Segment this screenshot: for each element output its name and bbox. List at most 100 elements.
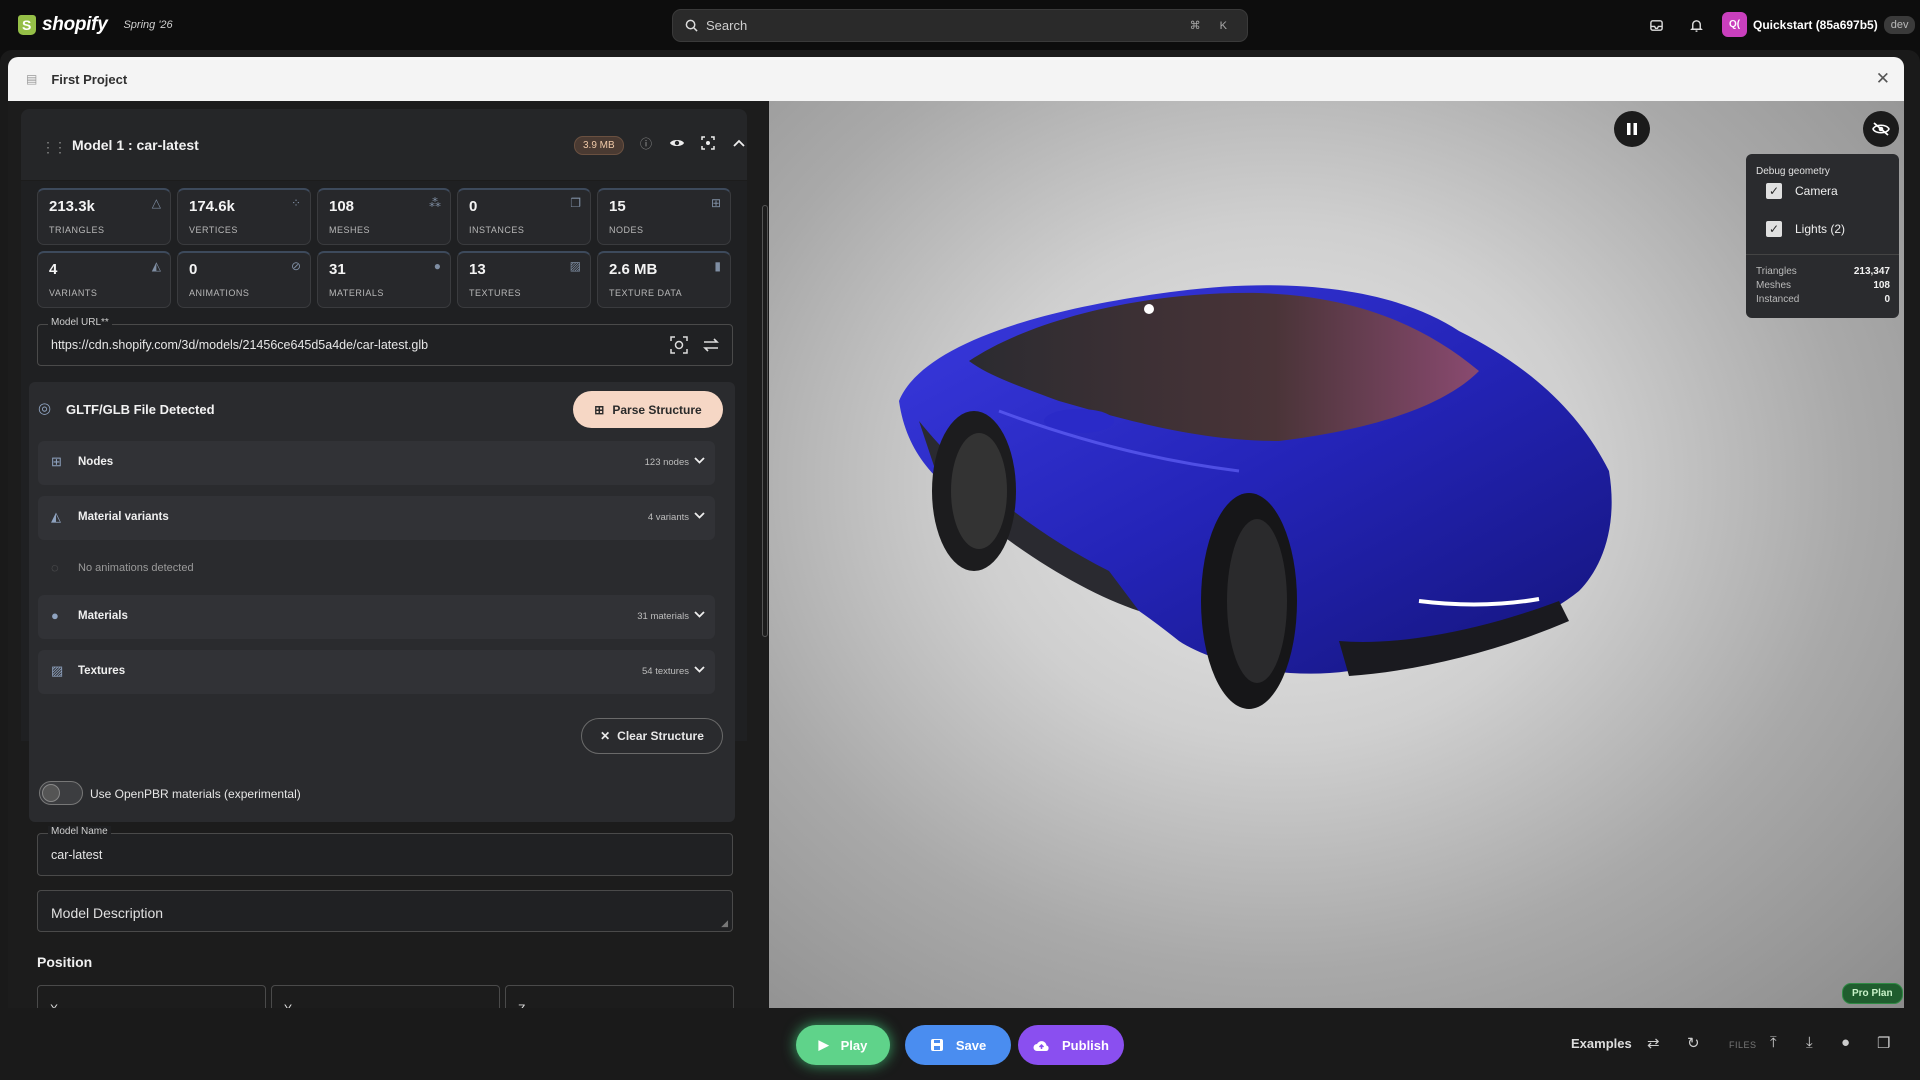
shopify-logo[interactable]: shopify Spring '26 xyxy=(18,14,173,36)
debug-title: Debug geometry xyxy=(1756,166,1830,177)
model-url-label: Model URL** xyxy=(48,317,112,328)
parse-structure-button[interactable]: ⊞ Parse Structure xyxy=(573,391,723,428)
materials-icon: ● xyxy=(51,608,59,623)
resize-handle-icon[interactable]: ◢ xyxy=(721,918,728,929)
car-model[interactable] xyxy=(879,271,1679,791)
stat-card-vertices: 174.6k VERTICES ⁘ xyxy=(177,188,311,245)
search-bar[interactable]: ⌘ K xyxy=(672,9,1248,42)
stat-label: VARIANTS xyxy=(49,288,98,298)
hide-debug-button[interactable] xyxy=(1863,111,1899,147)
clear-structure-button[interactable]: ✕ Clear Structure xyxy=(581,718,723,754)
position-z-field[interactable]: Z xyxy=(505,985,734,1008)
debug-geometry-panel: Debug geometry ✓ Camera ✓ Lights (2) Tri… xyxy=(1746,154,1899,318)
textures-icon: ▨ xyxy=(51,663,64,678)
inbox-icon[interactable] xyxy=(1646,15,1666,35)
texture-data-icon: ▮ xyxy=(714,259,721,273)
info-icon[interactable]: ⓘ xyxy=(636,133,656,153)
stat-label: NODES xyxy=(609,225,644,235)
focus-icon[interactable] xyxy=(698,133,718,153)
reset-icon[interactable]: ↻ xyxy=(1687,1034,1700,1052)
animations-label: No animations detected xyxy=(78,562,194,574)
meshes-icon: ⁂ xyxy=(429,196,441,210)
swap-icon[interactable] xyxy=(702,337,720,358)
debug-stat-value: 213,347 xyxy=(1853,266,1890,277)
tree-icon: ⊞ xyxy=(594,402,605,417)
chevron-down-icon[interactable] xyxy=(694,453,705,467)
variants-count: 4 variants xyxy=(647,512,689,523)
model-description-field[interactable]: Model Description ◢ xyxy=(37,890,733,932)
store-switcher[interactable]: Q( Quickstart (85a697b5) dev xyxy=(1722,12,1916,37)
close-icon[interactable]: ✕ xyxy=(1876,69,1890,89)
project-icon: ▤ xyxy=(26,72,38,86)
lights-checkbox[interactable]: ✓ xyxy=(1766,221,1782,237)
upload-icon[interactable]: ⤒ xyxy=(1770,1034,1777,1051)
variants-label: Material variants xyxy=(78,511,169,523)
gltf-section: ◎ GLTF/GLB File Detected ⊞ Parse Structu… xyxy=(29,382,735,822)
debug-instanced: Instanced 0 xyxy=(1756,294,1890,305)
animations-icon: ⊘ xyxy=(290,259,301,273)
chevron-down-icon[interactable] xyxy=(694,508,705,522)
camera-checkbox-row[interactable]: ✓ Camera xyxy=(1766,183,1838,199)
triangle-icon: △ xyxy=(151,196,161,210)
nodes-row[interactable]: ⊞ Nodes 123 nodes xyxy=(38,441,715,485)
search-input[interactable] xyxy=(706,18,1190,33)
size-badge: 3.9 MB xyxy=(574,136,624,155)
openpbr-toggle[interactable] xyxy=(39,781,83,805)
textures-row[interactable]: ▨ Textures 54 textures xyxy=(38,650,715,694)
play-label: Play xyxy=(840,1037,868,1053)
download-circle-icon[interactable]: ● xyxy=(1841,1034,1850,1051)
bottom-bar: ▶ Play Save Publish Examples ⇄ ↻ FILES ⤒… xyxy=(0,1008,1920,1080)
version-label: Spring '26 xyxy=(123,19,173,31)
model-url-field[interactable]: Model URL** https://cdn.shopify.com/3d/m… xyxy=(37,317,733,366)
panel-scrollbar[interactable] xyxy=(762,205,768,637)
bell-icon[interactable] xyxy=(1686,15,1706,35)
publish-button[interactable]: Publish xyxy=(1018,1025,1124,1065)
nodes-count: 123 nodes xyxy=(644,457,689,468)
materials-count: 31 materials xyxy=(637,611,689,622)
stat-value: 0 xyxy=(189,261,198,278)
debug-stat-value: 108 xyxy=(1873,280,1890,291)
scan-icon[interactable] xyxy=(670,336,688,359)
chevron-up-icon[interactable] xyxy=(729,133,749,153)
pause-button[interactable] xyxy=(1614,111,1650,147)
stat-label: TRIANGLES xyxy=(49,225,105,235)
material-variants-row[interactable]: ◭ Material variants 4 variants xyxy=(38,496,715,540)
instances-icon: ❐ xyxy=(570,196,581,210)
swap-icon[interactable]: ⇄ xyxy=(1647,1034,1660,1052)
cloud-upload-icon xyxy=(1033,1040,1049,1051)
parse-structure-label: Parse Structure xyxy=(612,402,702,417)
drag-handle-icon[interactable]: ⋮⋮ xyxy=(41,139,67,156)
debug-triangles: Triangles 213,347 xyxy=(1756,266,1890,277)
debug-stat-value: 0 xyxy=(1884,294,1890,305)
variants-icon: ◭ xyxy=(151,259,161,273)
stat-label: MESHES xyxy=(329,225,371,235)
eye-icon[interactable] xyxy=(667,133,687,153)
debug-stat-label: Meshes xyxy=(1756,280,1792,291)
copy-icon[interactable]: ❐ xyxy=(1877,1034,1890,1052)
save-label: Save xyxy=(955,1037,987,1053)
lights-checkbox-row[interactable]: ✓ Lights (2) xyxy=(1766,221,1845,237)
chevron-down-icon[interactable] xyxy=(694,607,705,621)
debug-stat-label: Instanced xyxy=(1756,294,1800,305)
camera-checkbox[interactable]: ✓ xyxy=(1766,183,1782,199)
camera-label: Camera xyxy=(1795,184,1838,198)
stat-card-instances: 0 INSTANCES ❐ xyxy=(457,188,591,245)
vertices-icon: ⁘ xyxy=(290,196,301,210)
examples-link[interactable]: Examples xyxy=(1571,1036,1632,1051)
position-fields: X Y Z xyxy=(8,982,768,1008)
pro-plan-badge: Pro Plan xyxy=(1842,983,1903,1004)
chevron-down-icon[interactable] xyxy=(694,662,705,676)
save-button[interactable]: Save xyxy=(905,1025,1011,1065)
play-button[interactable]: ▶ Play xyxy=(796,1025,890,1065)
model-name-field[interactable]: Model Name car-latest xyxy=(37,826,733,876)
files-label: FILES xyxy=(1729,1040,1757,1050)
download-icon[interactable]: ⤓ xyxy=(1806,1034,1813,1051)
3d-viewport[interactable]: Debug geometry ✓ Camera ✓ Lights (2) Tri… xyxy=(769,101,1904,1008)
model-name-label: Model Name xyxy=(48,826,111,837)
position-y-field[interactable]: Y xyxy=(271,985,500,1008)
stat-card-meshes: 108 MESHES ⁂ xyxy=(317,188,451,245)
stat-card-materials: 31 MATERIALS ● xyxy=(317,251,451,308)
position-x-field[interactable]: X xyxy=(37,985,266,1008)
materials-row[interactable]: ● Materials 31 materials xyxy=(38,595,715,639)
animations-row: ◌ No animations detected xyxy=(38,551,715,585)
